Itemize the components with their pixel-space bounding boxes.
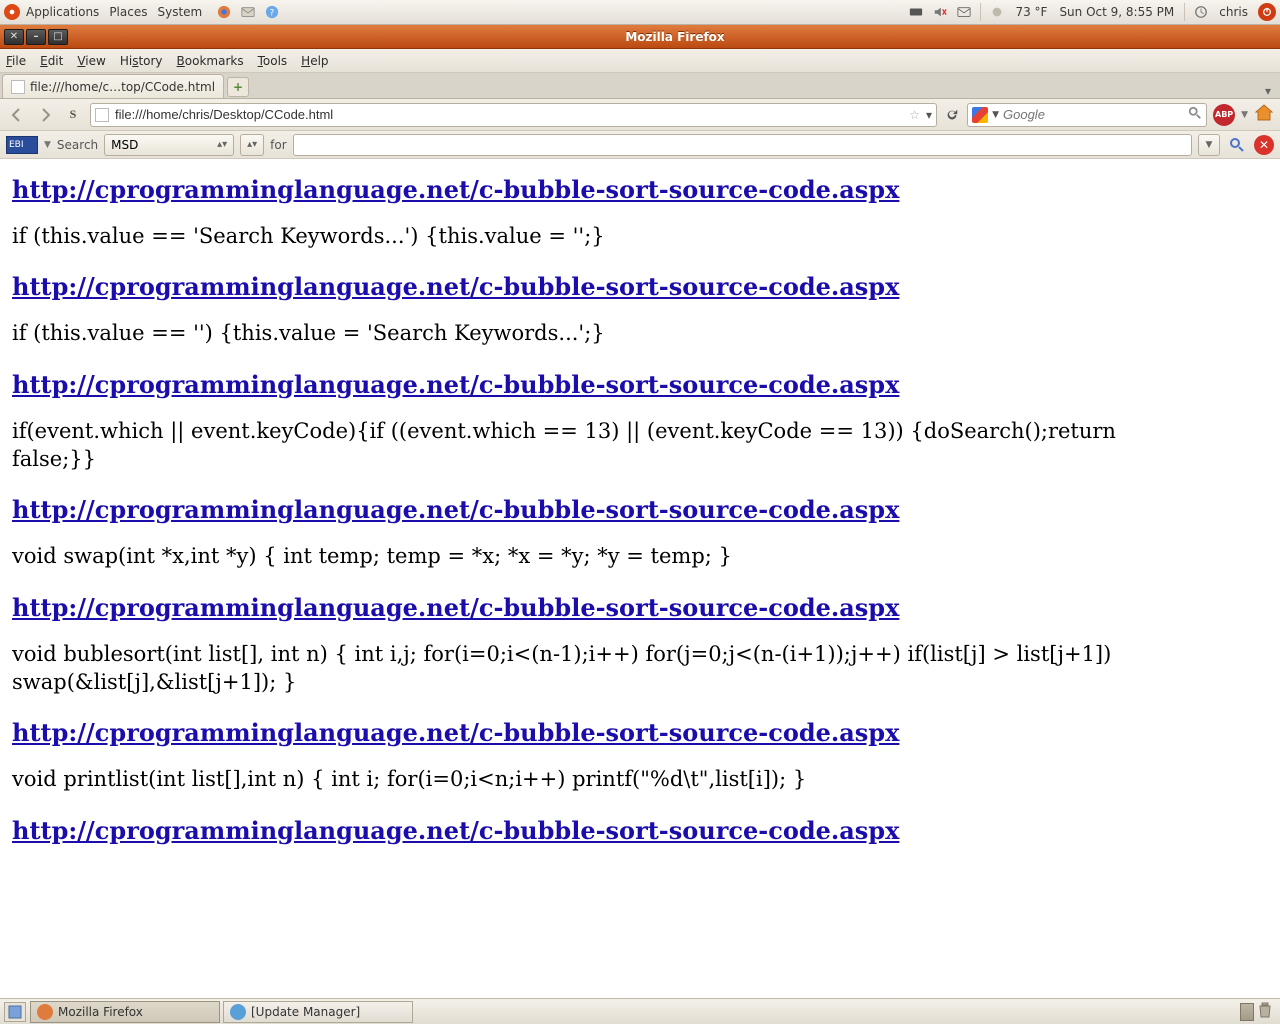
workspace-switcher[interactable] [1240,1003,1254,1021]
menu-bookmarks[interactable]: Bookmarks [177,54,244,68]
url-bar[interactable]: ☆ ▾ [90,103,937,127]
source-link[interactable]: http://cprogramminglanguage.net/c-bubble… [12,370,1202,399]
gnome-top-panel: Applications Places System ? 73 °F Sun O… [0,0,1280,25]
ebi-logo-icon[interactable]: EBI [6,136,38,154]
firefox-menubar: File Edit View History Bookmarks Tools H… [0,49,1280,73]
firefox-launcher-icon[interactable] [215,3,233,21]
browser-tab[interactable]: file:///home/c…top/CCode.html [2,74,224,98]
keyboard-indicator-icon[interactable] [907,3,925,21]
url-input[interactable] [115,107,905,122]
adblock-plus-icon[interactable]: ABP [1213,104,1235,126]
ubuntu-logo-icon[interactable] [4,4,20,20]
show-desktop-button[interactable] [4,1002,26,1022]
ebi-search-toolbar: EBI ▼ Search MSD ▴▾ ▴▾ for ▼ ✕ [0,131,1280,159]
task-label: Mozilla Firefox [58,1005,143,1019]
code-snippet: void printlist(int list[],int n) { int i… [12,765,1202,793]
source-link[interactable]: http://cprogramminglanguage.net/c-bubble… [12,718,1202,747]
taskbar-window[interactable]: Mozilla Firefox [30,1001,220,1023]
nav-toolbar: S ☆ ▾ ▼ ABP ▼ [0,99,1280,131]
power-icon[interactable] [1258,3,1276,21]
ebi-logo-dropdown[interactable]: ▼ [44,140,51,150]
source-link[interactable]: http://cprogramminglanguage.net/c-bubble… [12,816,1202,845]
ext-close-button[interactable]: ✕ [1254,135,1274,155]
code-snippet: void bublesort(int list[], int n) { int … [12,640,1202,697]
forward-button[interactable] [34,104,56,126]
url-favicon-icon [95,108,109,122]
code-snippet: if (this.value == '') {this.value = 'Sea… [12,319,1202,347]
url-history-dropdown[interactable]: ▾ [926,108,932,122]
volume-muted-icon[interactable] [931,3,949,21]
window-maximize-button[interactable]: □ [48,29,68,45]
menu-help[interactable]: Help [301,54,328,68]
evolution-launcher-icon[interactable] [239,3,257,21]
bookmark-star-icon[interactable]: ☆ [909,108,920,122]
menu-history[interactable]: History [120,54,163,68]
tab-favicon-icon [11,80,25,94]
svg-text:?: ? [270,9,275,19]
help-launcher-icon[interactable]: ? [263,3,281,21]
menu-view[interactable]: View [77,54,105,68]
trash-icon[interactable] [1258,1002,1272,1021]
search-bar[interactable]: ▼ [967,103,1207,127]
chevron-updown-icon: ▴▾ [217,139,227,150]
task-app-icon [37,1004,53,1020]
weather-icon[interactable] [988,3,1006,21]
window-close-button[interactable]: ✕ [4,29,24,45]
ext-search-label: Search [57,138,98,152]
source-link[interactable]: http://cprogramminglanguage.net/c-bubble… [12,593,1202,622]
panel-menu-places[interactable]: Places [109,5,147,19]
home-button[interactable] [1254,103,1274,126]
window-titlebar[interactable]: ✕ – □ Mozilla Firefox [0,25,1280,49]
panel-menu-applications[interactable]: Applications [26,5,99,19]
gnome-bottom-panel: Mozilla Firefox [Update Manager] [0,998,1280,1024]
weather-temp[interactable]: 73 °F [1015,5,1047,19]
user-name[interactable]: chris [1219,5,1248,19]
clock[interactable]: Sun Oct 9, 8:55 PM [1059,5,1174,19]
task-label: [Update Manager] [251,1005,360,1019]
search-input[interactable] [1003,107,1188,122]
ext-search-go-icon[interactable] [1226,134,1248,156]
menu-tools[interactable]: Tools [258,54,288,68]
code-snippet: if(event.which || event.keyCode){if ((ev… [12,417,1202,474]
ext-query-input[interactable] [300,138,1185,152]
code-snippet: if (this.value == 'Search Keywords...') … [12,222,1202,250]
panel-menu-system[interactable]: System [157,5,202,19]
mail-indicator-icon[interactable] [955,3,973,21]
tab-label: file:///home/c…top/CCode.html [30,80,215,94]
reload-button[interactable] [943,108,961,122]
ext-engine-value: MSD [111,138,138,152]
code-snippet: void swap(int *x,int *y) { int temp; tem… [12,542,1202,570]
stylish-icon[interactable]: S [62,104,84,126]
ext-query-field[interactable] [293,134,1192,156]
back-button[interactable] [6,104,28,126]
source-link[interactable]: http://cprogramminglanguage.net/c-bubble… [12,272,1202,301]
tab-bar: file:///home/c…top/CCode.html + ▾ [0,73,1280,99]
taskbar-window[interactable]: [Update Manager] [223,1001,413,1023]
search-go-icon[interactable] [1188,106,1202,123]
abp-dropdown[interactable]: ▼ [1241,110,1248,120]
search-engine-dropdown[interactable]: ▼ [992,110,999,120]
ext-for-label: for [270,138,287,152]
menu-file[interactable]: File [6,54,26,68]
task-app-icon [230,1004,246,1020]
new-tab-button[interactable]: + [227,77,249,97]
menu-edit[interactable]: Edit [40,54,63,68]
tab-list-dropdown[interactable]: ▾ [1258,84,1278,98]
page-viewport[interactable]: http://cprogramminglanguage.net/c-bubble… [0,159,1280,998]
user-switch-icon[interactable] [1192,3,1210,21]
window-minimize-button[interactable]: – [26,29,46,45]
google-engine-icon[interactable] [972,107,988,123]
ext-engine-next[interactable]: ▴▾ [240,134,264,156]
ext-query-dropdown[interactable]: ▼ [1198,134,1220,156]
window-title: Mozilla Firefox [70,30,1280,44]
source-link[interactable]: http://cprogramminglanguage.net/c-bubble… [12,495,1202,524]
ext-engine-select[interactable]: MSD ▴▾ [104,134,234,156]
source-link[interactable]: http://cprogramminglanguage.net/c-bubble… [12,175,1202,204]
